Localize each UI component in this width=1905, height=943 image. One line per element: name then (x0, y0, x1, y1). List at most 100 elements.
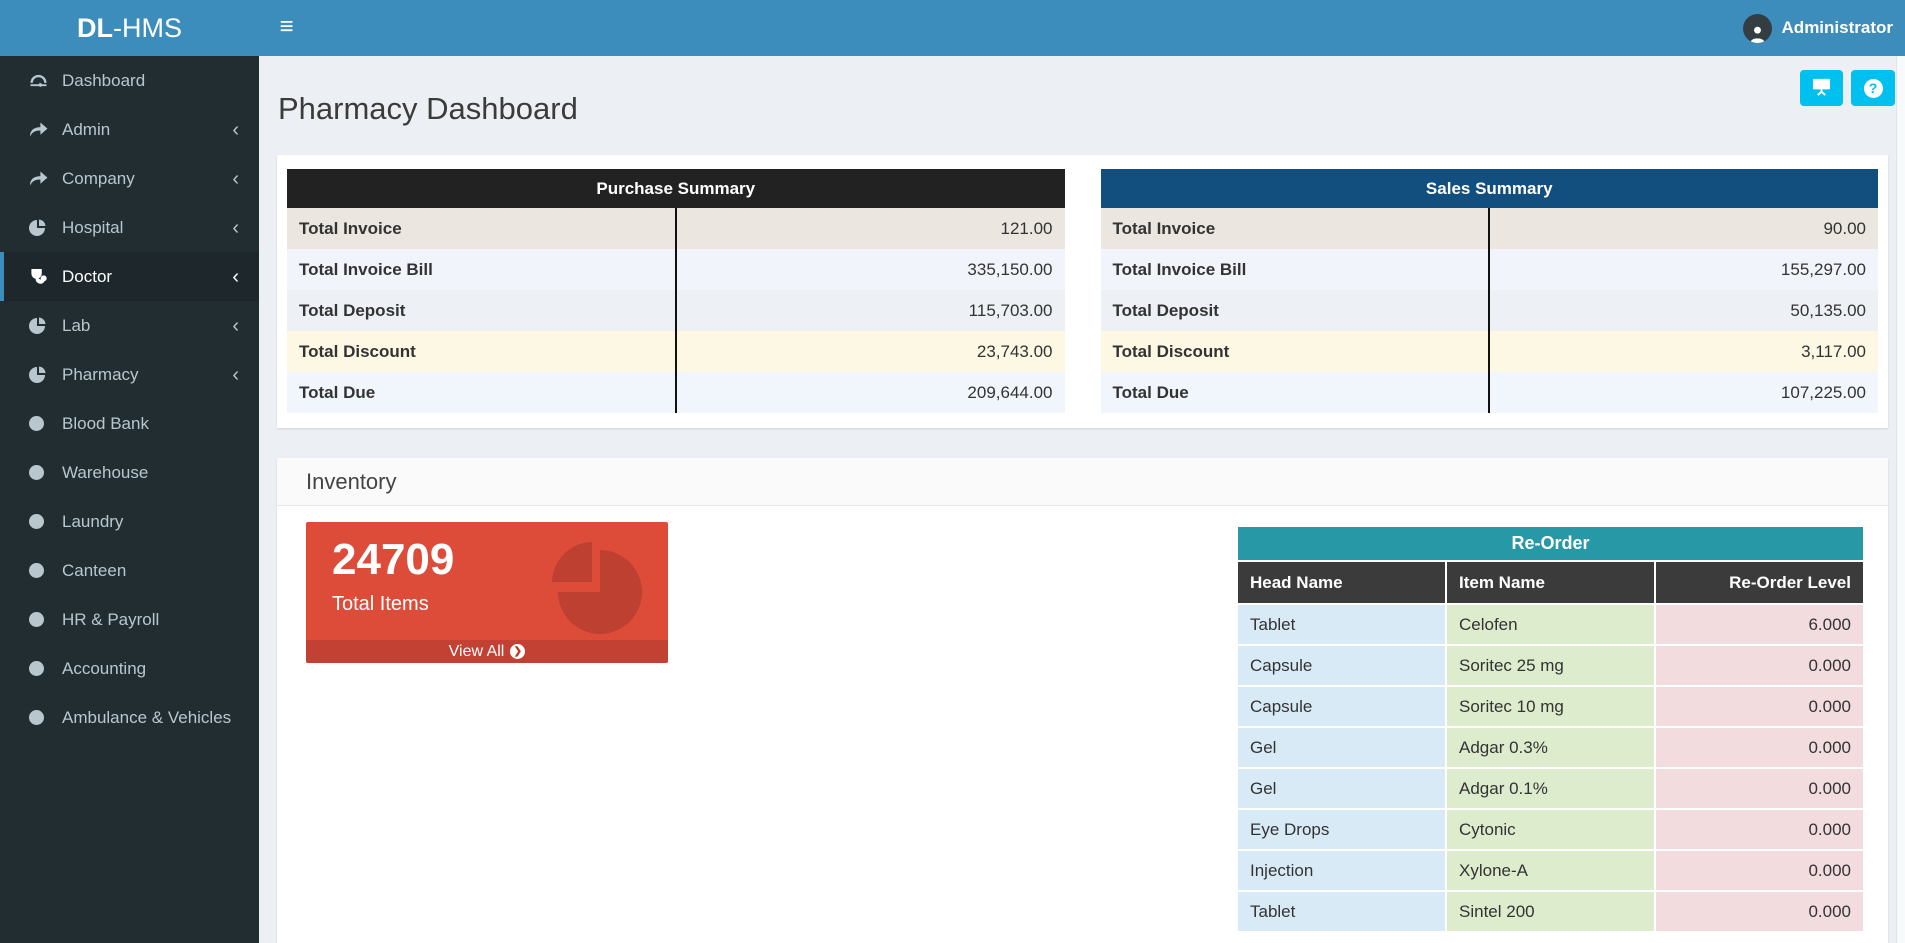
sidebar-item-label: Admin (62, 120, 110, 140)
sidebar-item-label: Ambulance & Vehicles (62, 708, 231, 728)
row-label: Total Deposit (287, 290, 676, 331)
table-row: Total Invoice Bill 335,150.00 (287, 249, 1065, 290)
table-row: Total Discount 23,743.00 (287, 331, 1065, 372)
arrow-circle-right-icon: ❯ (510, 644, 525, 659)
row-label: Total Due (1101, 372, 1490, 413)
sidebar-item-label: Company (62, 169, 135, 189)
table-row: Total Deposit 115,703.00 (287, 290, 1065, 331)
sidebar-item-admin[interactable]: Admin ‹ (0, 105, 259, 154)
table-row: Tablet Celofen 6.000 (1237, 604, 1864, 645)
sidebar-item-dashboard[interactable]: Dashboard (0, 56, 259, 105)
item-name-cell: Sintel 200 (1446, 891, 1655, 932)
reorder-table: Re-Order Head Name Item Name Re-Order Le… (1236, 525, 1865, 933)
share-arrow-icon (29, 171, 62, 187)
sales-summary-table: Sales Summary Total Invoice 90.00 Total … (1101, 169, 1879, 413)
share-arrow-icon (29, 122, 62, 138)
row-label: Total Invoice Bill (287, 249, 676, 290)
item-name-cell: Soritec 10 mg (1446, 686, 1655, 727)
chevron-left-icon: ‹ (232, 316, 239, 336)
inventory-panel-title: Inventory (277, 458, 1888, 506)
row-label: Total Invoice (1101, 208, 1490, 249)
sidebar-item-label: Blood Bank (62, 414, 149, 434)
sidebar-item-hr-payroll[interactable]: HR & Payroll (0, 595, 259, 644)
sidebar-item-company[interactable]: Company ‹ (0, 154, 259, 203)
head-name-cell: Capsule (1237, 686, 1446, 727)
brand-rest: -HMS (113, 13, 182, 43)
table-row: Capsule Soritec 25 mg 0.000 (1237, 645, 1864, 686)
circle-icon (29, 612, 62, 627)
table-row: Total Invoice 90.00 (1101, 208, 1879, 249)
table-row: Total Due 209,644.00 (287, 372, 1065, 413)
row-label: Total Discount (287, 331, 676, 372)
sidebar-item-lab[interactable]: Lab ‹ (0, 301, 259, 350)
sidebar-item-warehouse[interactable]: Warehouse (0, 448, 259, 497)
sidebar-item-accounting[interactable]: Accounting (0, 644, 259, 693)
head-name-cell: Injection (1237, 850, 1446, 891)
sidebar-toggle-icon[interactable]: ≡ (259, 0, 314, 56)
stethoscope-icon (29, 268, 62, 285)
column-header: Head Name (1237, 561, 1446, 604)
sidebar-item-hospital[interactable]: Hospital ‹ (0, 203, 259, 252)
user-avatar-icon (1743, 14, 1772, 43)
item-name-cell: Celofen (1446, 604, 1655, 645)
table-row: Eye Drops Cytonic 0.000 (1237, 809, 1864, 850)
table-row: Gel Adgar 0.3% 0.000 (1237, 727, 1864, 768)
sidebar-item-ambulance-vehicles[interactable]: Ambulance & Vehicles (0, 693, 259, 742)
row-value: 209,644.00 (676, 372, 1065, 413)
row-value: 90.00 (1489, 208, 1878, 249)
circle-icon (29, 563, 62, 578)
sidebar-item-canteen[interactable]: Canteen (0, 546, 259, 595)
column-header: Re-Order Level (1655, 561, 1864, 604)
sidebar-item-pharmacy[interactable]: Pharmacy ‹ (0, 350, 259, 399)
pie-chart-watermark-icon (546, 538, 646, 643)
help-button[interactable]: ? (1851, 70, 1895, 106)
head-name-cell: Capsule (1237, 645, 1446, 686)
help-icon: ? (1864, 79, 1883, 98)
chevron-left-icon: ‹ (232, 365, 239, 385)
page-scrollbar[interactable] (1896, 56, 1905, 943)
row-label: Total Due (287, 372, 676, 413)
sidebar-item-label: Canteen (62, 561, 126, 581)
row-value: 121.00 (676, 208, 1065, 249)
reorder-level-cell: 0.000 (1655, 727, 1864, 768)
item-name-cell: Adgar 0.1% (1446, 768, 1655, 809)
monitor-icon (1811, 77, 1832, 99)
sidebar: Dashboard Admin ‹ Company ‹ Hospital ‹ D… (0, 56, 259, 943)
total-items-tile[interactable]: 24709 Total Items View All ❯ (306, 522, 668, 663)
view-all-label: View All (449, 640, 505, 663)
monitor-button[interactable] (1800, 70, 1843, 106)
sidebar-item-label: HR & Payroll (62, 610, 159, 630)
view-all-button[interactable]: View All ❯ (306, 640, 668, 663)
item-name-cell: Adgar 0.3% (1446, 727, 1655, 768)
page-title: Pharmacy Dashboard (278, 91, 578, 127)
sidebar-item-label: Dashboard (62, 71, 145, 91)
item-name-cell: Xylone-A (1446, 850, 1655, 891)
row-value: 335,150.00 (676, 249, 1065, 290)
sidebar-item-doctor[interactable]: Doctor ‹ (0, 252, 259, 301)
sidebar-item-laundry[interactable]: Laundry (0, 497, 259, 546)
table-row: Capsule Soritec 10 mg 0.000 (1237, 686, 1864, 727)
purchase-summary-title: Purchase Summary (287, 169, 1065, 208)
item-name-cell: Cytonic (1446, 809, 1655, 850)
table-row: Injection Xylone-A 0.000 (1237, 850, 1864, 891)
chevron-left-icon: ‹ (232, 120, 239, 140)
brand-bold: DL (77, 13, 113, 43)
reorder-table-title: Re-Order (1237, 526, 1864, 561)
sidebar-item-label: Warehouse (62, 463, 148, 483)
table-row: Tablet Sintel 200 0.000 (1237, 891, 1864, 932)
chevron-left-icon: ‹ (232, 169, 239, 189)
column-header: Item Name (1446, 561, 1655, 604)
sales-summary-title: Sales Summary (1101, 169, 1879, 208)
pie-chart-icon (29, 219, 62, 237)
chevron-left-icon: ‹ (232, 218, 239, 238)
row-label: Total Invoice (287, 208, 676, 249)
table-row: Total Due 107,225.00 (1101, 372, 1879, 413)
app-logo[interactable]: DL-HMS (0, 0, 259, 56)
sidebar-item-label: Pharmacy (62, 365, 139, 385)
sidebar-item-blood-bank[interactable]: Blood Bank (0, 399, 259, 448)
reorder-level-cell: 0.000 (1655, 891, 1864, 932)
user-menu[interactable]: Administrator (1743, 0, 1893, 56)
circle-icon (29, 514, 62, 529)
circle-icon (29, 710, 62, 725)
head-name-cell: Tablet (1237, 604, 1446, 645)
